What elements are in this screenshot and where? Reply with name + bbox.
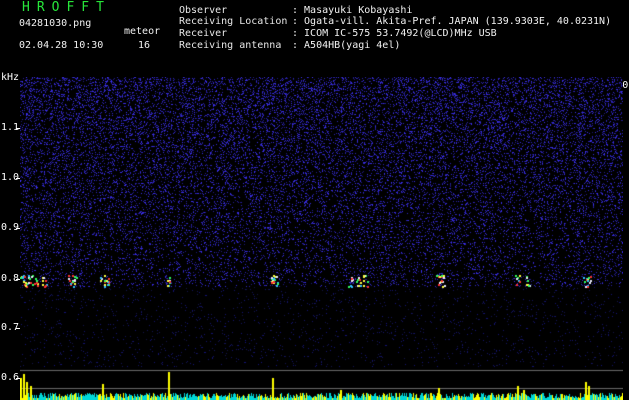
observer-key: Observer — [179, 5, 228, 16]
spectrogram-canvas — [20, 77, 623, 400]
observer-value: : Masayuki Kobayashi — [292, 5, 413, 16]
antenna-key: Receiving antenna — [179, 40, 282, 51]
meteor-count: 16 — [138, 40, 151, 51]
app-title: HROFFT — [22, 0, 111, 15]
antenna-value: : A504HB(yagi 4el) — [292, 40, 401, 51]
filename: 04281030.png — [19, 18, 92, 29]
timestamp: 02.04.28 10:30 — [19, 40, 104, 51]
meteor-label: meteor — [124, 26, 161, 37]
receiver-value: : ICOM IC-575 53.7492(@LCD)MHz USB — [292, 28, 497, 39]
header-panel: HROFFT 04281030.png 02.04.28 10:30 meteo… — [0, 0, 629, 75]
receiver-key: Receiver — [179, 28, 228, 39]
y-axis-unit: kHz — [1, 72, 20, 83]
location-value: : Ogata-vill. Akita-Pref. JAPAN (139.930… — [292, 16, 612, 27]
location-key: Receiving Location — [179, 16, 288, 27]
